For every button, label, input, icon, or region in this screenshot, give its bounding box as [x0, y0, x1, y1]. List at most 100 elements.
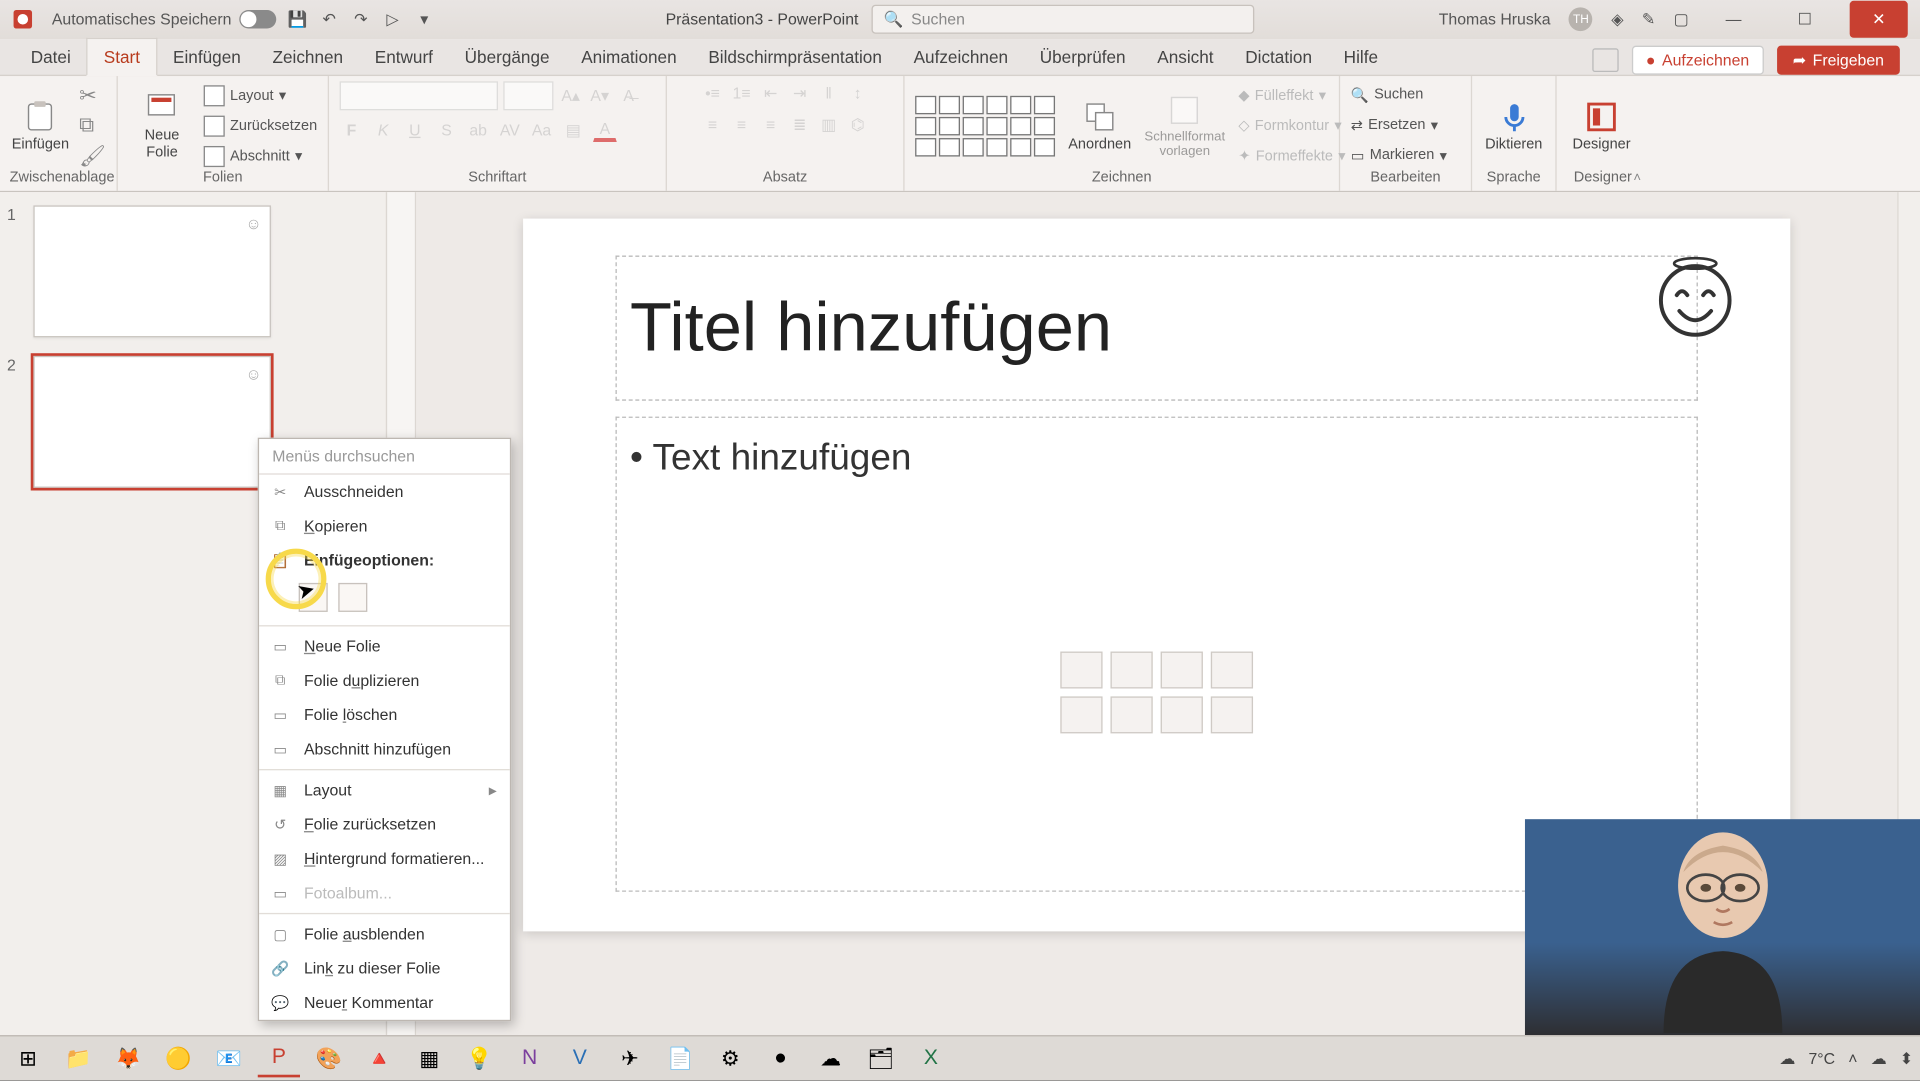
format-painter-icon[interactable]: 🖌 [79, 143, 106, 169]
insert-picture-icon[interactable] [1060, 696, 1102, 733]
search-box[interactable]: 🔍 Suchen [872, 5, 1255, 34]
dictate-button[interactable]: Diktieren [1483, 83, 1545, 167]
columns-icon[interactable]: ▥ [817, 113, 841, 137]
tray-chevron-icon[interactable]: ˄ [1848, 1049, 1857, 1067]
tab-zeichnen[interactable]: Zeichnen [257, 39, 359, 75]
smartart-icon[interactable]: ⌬ [846, 113, 870, 137]
tab-uebergaenge[interactable]: Übergänge [449, 39, 566, 75]
layout-button[interactable]: Layout ▾ [204, 82, 318, 108]
app-icon[interactable]: 🗂 [860, 1040, 902, 1077]
new-slide-button[interactable]: Neue Folie [128, 83, 195, 167]
content-icons[interactable] [1060, 651, 1253, 733]
reset-button[interactable]: Zurücksetzen [204, 112, 318, 138]
temperature[interactable]: 7°C [1808, 1049, 1835, 1067]
app-icon[interactable]: 💡 [458, 1040, 500, 1077]
title-placeholder[interactable]: Titel hinzufügen [615, 256, 1697, 401]
indent-inc-icon[interactable]: ⇥ [788, 81, 812, 105]
effects-button[interactable]: ✦ Formeffekte ▾ [1238, 143, 1345, 169]
powerpoint-icon[interactable]: P [258, 1040, 300, 1077]
tab-entwurf[interactable]: Entwurf [359, 39, 449, 75]
undo-icon[interactable]: ↶ [319, 9, 340, 30]
shrink-font-icon[interactable]: A▾ [588, 84, 612, 108]
minimize-button[interactable]: — [1707, 1, 1760, 38]
numbering-icon[interactable]: 1≡ [730, 81, 754, 105]
arrange-button[interactable]: Anordnen [1068, 83, 1131, 167]
tab-hilfe[interactable]: Hilfe [1328, 39, 1394, 75]
insert-online-pic-icon[interactable] [1110, 696, 1152, 733]
designer-button[interactable]: Designer [1567, 83, 1636, 167]
telegram-icon[interactable]: ✈ [609, 1040, 651, 1077]
ctx-hide-slide[interactable]: ▢Folie ausblenden [259, 917, 510, 951]
font-family-box[interactable] [340, 81, 498, 110]
insert-chart-icon[interactable] [1110, 651, 1152, 688]
tab-ueberpruefen[interactable]: Überprüfen [1024, 39, 1142, 75]
section-button[interactable]: Abschnitt ▾ [204, 143, 318, 169]
chrome-icon[interactable]: 🟡 [157, 1040, 199, 1077]
ctx-link-slide[interactable]: 🔗Link zu dieser Folie [259, 951, 510, 985]
align-right-icon[interactable]: ≡ [759, 113, 783, 137]
text-direction-icon[interactable]: ↕ [846, 81, 870, 105]
copy-icon[interactable]: ⧉ [79, 114, 106, 138]
tab-ansicht[interactable]: Ansicht [1141, 39, 1229, 75]
align-center-icon[interactable]: ≡ [730, 113, 754, 137]
justify-icon[interactable]: ≣ [788, 113, 812, 137]
paste-option-picture[interactable] [338, 583, 367, 612]
ctx-reset-slide[interactable]: ↺Folie zurücksetzen [259, 807, 510, 841]
tab-einfuegen[interactable]: Einfügen [157, 39, 256, 75]
tab-bildschirmpraesentation[interactable]: Bildschirmpräsentation [692, 39, 897, 75]
ctx-duplicate-slide[interactable]: ⧉Folie duplizieren [259, 663, 510, 697]
tab-dictation[interactable]: Dictation [1229, 39, 1327, 75]
app-icon[interactable]: ▦ [408, 1040, 450, 1077]
outlook-icon[interactable]: 📧 [208, 1040, 250, 1077]
ctx-copy[interactable]: ⧉Kopieren [259, 509, 510, 543]
ctx-cut[interactable]: ✂Ausschneiden [259, 475, 510, 509]
slide-thumbnail[interactable]: 1 ☺ [10, 205, 376, 337]
smiley-icon[interactable] [1653, 256, 1737, 340]
spacing-icon[interactable]: AV [498, 118, 522, 142]
tray-icon[interactable]: ⬍ [1900, 1049, 1913, 1067]
highlight-icon[interactable]: ▤ [561, 118, 585, 142]
bullets-icon[interactable]: •≡ [701, 81, 725, 105]
tab-start[interactable]: Start [87, 38, 158, 76]
grow-font-icon[interactable]: A▴ [559, 84, 583, 108]
context-search[interactable]: Menüs durchsuchen [259, 439, 510, 475]
diamond-icon[interactable]: ◈ [1611, 10, 1623, 28]
cut-icon[interactable]: ✂ [79, 82, 106, 108]
font-color-icon[interactable]: A [593, 118, 617, 142]
ctx-new-slide[interactable]: ▭Neue Folie [259, 629, 510, 663]
tab-animationen[interactable]: Animationen [565, 39, 692, 75]
ctx-layout[interactable]: ▦Layout▸ [259, 773, 510, 807]
comments-button[interactable] [1592, 48, 1618, 72]
start-button[interactable]: ⊞ [7, 1040, 49, 1077]
quick-styles-button[interactable]: Schnellformat vorlagen [1144, 83, 1225, 167]
maximize-button[interactable]: ☐ [1778, 1, 1831, 38]
share-button[interactable]: ➦Freigeben [1777, 46, 1900, 75]
firefox-icon[interactable]: 🦊 [107, 1040, 149, 1077]
app-icon[interactable]: ● [759, 1040, 801, 1077]
ctx-add-section[interactable]: ▭Abschnitt hinzufügen [259, 732, 510, 766]
file-explorer-icon[interactable]: 📁 [57, 1040, 99, 1077]
app-icon[interactable]: 🎨 [308, 1040, 350, 1077]
tab-datei[interactable]: Datei [15, 39, 87, 75]
shadow-icon[interactable]: ab [466, 118, 490, 142]
fill-button[interactable]: ◆ Fülleffekt ▾ [1238, 82, 1345, 108]
paste-button[interactable]: Einfügen [10, 83, 72, 167]
app-icon[interactable]: ☁ [810, 1040, 852, 1077]
ctx-format-background[interactable]: ▨Hintergrund formatieren... [259, 842, 510, 876]
collapse-ribbon-icon[interactable]: ˄ [1633, 171, 1641, 186]
app-icon[interactable]: V [559, 1040, 601, 1077]
bold-icon[interactable]: F [340, 118, 364, 142]
find-button[interactable]: 🔍 Suchen [1351, 81, 1424, 107]
slideshow-icon[interactable]: ▷ [382, 9, 403, 30]
onedrive-icon[interactable]: ☁ [1871, 1049, 1887, 1067]
outline-button[interactable]: ◇ Formkontur ▾ [1238, 112, 1345, 138]
app-icon[interactable]: 📄 [659, 1040, 701, 1077]
window-icon[interactable]: ▢ [1674, 10, 1689, 28]
case-icon[interactable]: Aa [530, 118, 554, 142]
excel-icon[interactable]: X [910, 1040, 952, 1077]
shapes-gallery[interactable] [915, 95, 1055, 156]
italic-icon[interactable]: K [371, 118, 395, 142]
pen-icon[interactable]: ✎ [1642, 10, 1655, 28]
insert-video-icon[interactable] [1161, 696, 1203, 733]
close-button[interactable]: ✕ [1850, 1, 1908, 38]
